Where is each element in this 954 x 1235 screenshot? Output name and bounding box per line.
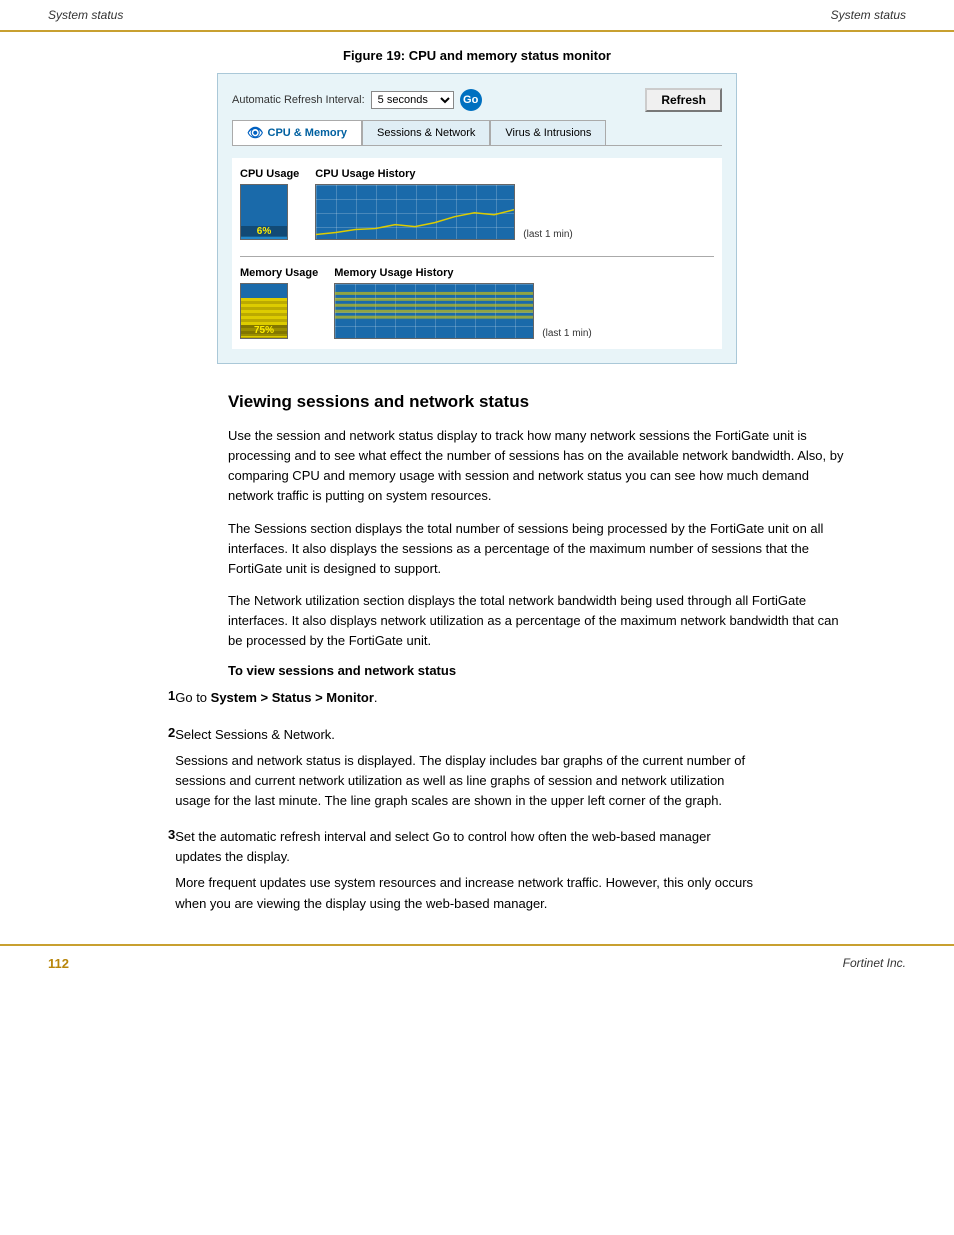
- step-1-bold: System > Status > Monitor: [211, 690, 374, 705]
- step-1-text: Go to System > Status > Monitor.: [175, 688, 377, 708]
- step-3-text: Set the automatic refresh interval and s…: [175, 827, 755, 867]
- memory-history-label: Memory Usage History: [334, 267, 591, 279]
- step-3-content: Set the automatic refresh interval and s…: [175, 827, 755, 920]
- step-3: 3 Set the automatic refresh interval and…: [48, 827, 906, 920]
- step-2-num: 2: [48, 725, 175, 818]
- go-button[interactable]: Go: [460, 89, 482, 111]
- eye-icon: 👁: [247, 125, 264, 141]
- tab-cpu-memory[interactable]: 👁 CPU & Memory: [232, 120, 362, 145]
- section-heading-container: Viewing sessions and network status: [228, 392, 906, 412]
- para-2: The Sessions section displays the total …: [228, 519, 848, 579]
- memory-chart-row: Memory Usage 75% Memory Usage History: [240, 267, 714, 339]
- section-heading: Viewing sessions and network status: [228, 392, 906, 412]
- cpu-history-canvas: [315, 184, 515, 240]
- cpu-chart-row: CPU Usage 6% CPU Usage History: [240, 168, 714, 240]
- tab-virus-intrusions[interactable]: Virus & Intrusions: [490, 120, 606, 145]
- memory-history-line-svg: [335, 284, 533, 339]
- para-1: Use the session and network status displ…: [228, 426, 848, 507]
- page-footer: 112 Fortinet Inc.: [0, 944, 954, 981]
- cpu-history-section: CPU Usage History (last 1 min): [315, 168, 572, 240]
- cpu-usage-section: CPU Usage 6%: [240, 168, 299, 240]
- proc-heading: To view sessions and network status: [228, 663, 906, 678]
- step-1-content: Go to System > Status > Monitor.: [175, 688, 377, 714]
- memory-usage-label: Memory Usage: [240, 267, 318, 279]
- cpu-history-label: CPU Usage History: [315, 168, 572, 180]
- memory-history-section: Memory Usage History: [334, 267, 591, 339]
- refresh-interval-label: Automatic Refresh Interval:: [232, 94, 365, 106]
- main-content: Figure 19: CPU and memory status monitor…: [0, 48, 954, 920]
- chart-divider: [240, 256, 714, 257]
- toolbar-row: Automatic Refresh Interval: 5 seconds 10…: [232, 88, 722, 112]
- cpu-gauge-value: 6%: [241, 226, 287, 237]
- tabs-row: 👁 CPU & Memory Sessions & Network Virus …: [232, 120, 722, 146]
- figure-caption: Figure 19: CPU and memory status monitor: [48, 48, 906, 63]
- refresh-interval-select[interactable]: 5 seconds 10 seconds 30 seconds: [371, 91, 454, 109]
- memory-usage-section: Memory Usage 75%: [240, 267, 318, 339]
- memory-history-wrapper: (last 1 min): [334, 283, 591, 339]
- cpu-history-line-svg: [316, 185, 514, 240]
- tab-virus-label: Virus & Intrusions: [505, 127, 591, 139]
- memory-bar-gauge: 75%: [240, 283, 288, 339]
- charts-area: CPU Usage 6% CPU Usage History: [232, 158, 722, 349]
- tab-cpu-label: CPU & Memory: [268, 127, 347, 139]
- memory-gauge-value: 75%: [241, 325, 287, 336]
- para-3: The Network utilization section displays…: [228, 591, 848, 651]
- step-2-text: Select Sessions & Network.: [175, 725, 755, 745]
- screenshot-box: Automatic Refresh Interval: 5 seconds 10…: [217, 73, 737, 364]
- cpu-usage-label: CPU Usage: [240, 168, 299, 180]
- step-1-num: 1: [48, 688, 175, 714]
- tab-sessions-label: Sessions & Network: [377, 127, 475, 139]
- step-3-sub: More frequent updates use system resourc…: [175, 873, 755, 913]
- page-header: System status System status: [0, 0, 954, 32]
- cpu-history-wrapper: (last 1 min): [315, 184, 572, 240]
- cpu-bar-gauge: 6%: [240, 184, 288, 240]
- cpu-time-label: (last 1 min): [523, 229, 572, 240]
- page-number: 112: [48, 956, 69, 971]
- tab-sessions-network[interactable]: Sessions & Network: [362, 120, 490, 145]
- header-left: System status: [48, 8, 123, 22]
- steps-list: 1 Go to System > Status > Monitor. 2 Sel…: [48, 688, 906, 919]
- header-right: System status: [831, 8, 906, 22]
- refresh-button[interactable]: Refresh: [645, 88, 722, 112]
- step-2-content: Select Sessions & Network. Sessions and …: [175, 725, 755, 818]
- step-3-num: 3: [48, 827, 175, 920]
- step-2: 2 Select Sessions & Network. Sessions an…: [48, 725, 906, 818]
- step-2-sub: Sessions and network status is displayed…: [175, 751, 755, 811]
- memory-time-label: (last 1 min): [542, 328, 591, 339]
- step-1: 1 Go to System > Status > Monitor.: [48, 688, 906, 714]
- company-name: Fortinet Inc.: [843, 956, 906, 971]
- memory-history-canvas: [334, 283, 534, 339]
